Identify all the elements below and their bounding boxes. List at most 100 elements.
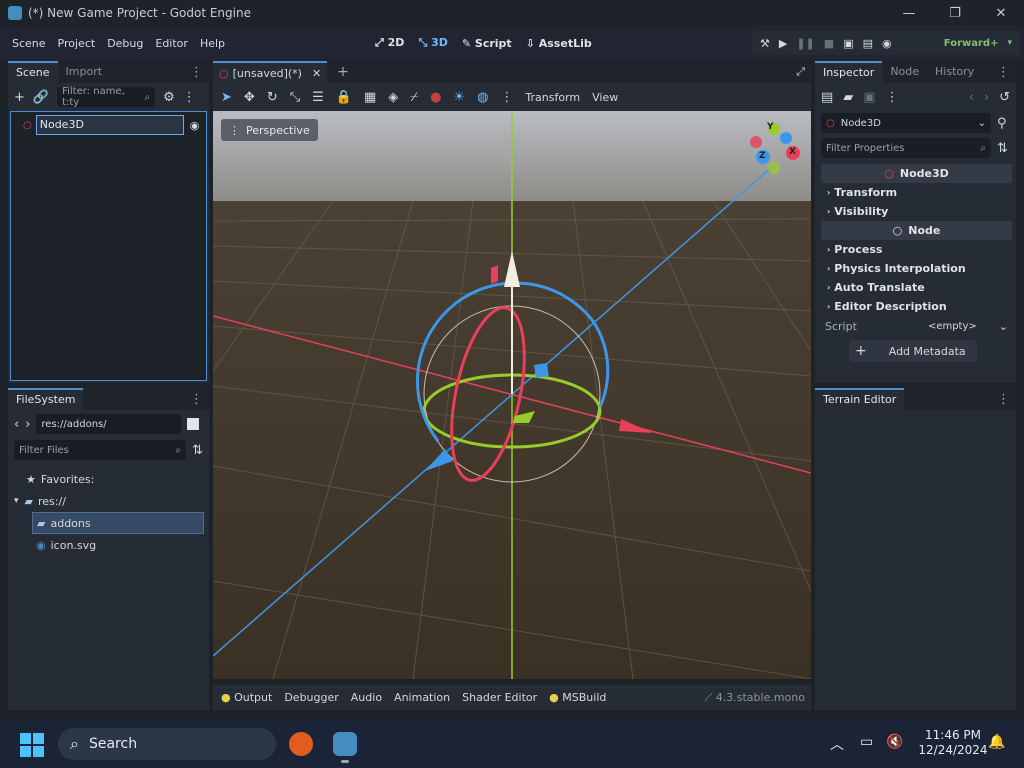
- camera-override-icon[interactable]: ●: [430, 91, 441, 104]
- toggle-split-icon[interactable]: [187, 418, 200, 430]
- menu-project[interactable]: Project: [52, 37, 102, 50]
- main-screen-script[interactable]: ✎ Script: [462, 37, 512, 50]
- bottom-tab-audio[interactable]: Audio: [351, 691, 382, 704]
- link-icon[interactable]: 🔗: [33, 91, 49, 104]
- main-screen-assetlib[interactable]: ⇩ AssetLib: [526, 37, 592, 50]
- godot-taskbar-icon[interactable]: [333, 732, 357, 756]
- firefox-icon[interactable]: [289, 732, 313, 756]
- kebab-icon[interactable]: ⋮: [190, 392, 203, 407]
- kebab-icon[interactable]: ⋮: [997, 392, 1010, 407]
- bottom-tab-debugger[interactable]: Debugger: [284, 691, 338, 704]
- tab-inspector[interactable]: Inspector: [815, 61, 883, 83]
- xy-plane-handle[interactable]: [534, 363, 549, 378]
- path-field[interactable]: res://addons/: [36, 414, 182, 434]
- network-icon[interactable]: ▭: [860, 734, 873, 750]
- scene-script-icon[interactable]: ⚙: [163, 91, 175, 104]
- kebab-icon[interactable]: ⋮: [997, 65, 1010, 80]
- tab-history[interactable]: History: [927, 61, 982, 83]
- renderer-select[interactable]: Forward+: [944, 38, 999, 49]
- filter-properties-input[interactable]: Filter Properties ⌕: [821, 138, 991, 158]
- more-icon[interactable]: ⋮: [500, 91, 513, 104]
- section-process[interactable]: › Process: [821, 240, 1012, 259]
- view-menu[interactable]: View: [592, 91, 618, 104]
- more-icon[interactable]: ⋮: [183, 91, 196, 104]
- kebab-icon[interactable]: ⋮: [190, 65, 203, 80]
- object-docs-icon[interactable]: ⚲: [997, 117, 1007, 130]
- script-value[interactable]: <empty>: [928, 321, 977, 332]
- tab-node[interactable]: Node: [882, 61, 927, 83]
- menu-editor[interactable]: Editor: [149, 37, 194, 50]
- scene-tab-unsaved[interactable]: ○ [unsaved](*) ✕: [213, 61, 328, 83]
- tree-node-root[interactable]: ○ Node3D ◉: [23, 114, 204, 136]
- play-scene-icon[interactable]: ▣: [843, 37, 853, 50]
- distraction-free-icon[interactable]: ⤢: [796, 65, 805, 79]
- list-select-icon[interactable]: ☰: [312, 91, 324, 104]
- bottom-tab-output[interactable]: ● Output: [221, 691, 272, 704]
- back-icon[interactable]: ‹: [969, 91, 974, 104]
- section-visibility[interactable]: › Visibility: [821, 202, 1012, 221]
- scene-filter-input[interactable]: Filter: name, t:ty ⌕: [57, 86, 156, 108]
- group-icon[interactable]: ▦: [364, 91, 376, 104]
- tab-terrain-editor[interactable]: Terrain Editor: [815, 388, 905, 410]
- forward-icon[interactable]: ›: [25, 418, 30, 431]
- main-screen-2d[interactable]: ⤢ 2D: [375, 36, 404, 50]
- visibility-eye-icon[interactable]: ◉: [190, 119, 200, 132]
- sun-toggle-icon[interactable]: ☀: [453, 91, 465, 104]
- clock[interactable]: 11:46 PM 12/24/2024: [916, 728, 990, 758]
- menu-debug[interactable]: Debug: [101, 37, 149, 50]
- menu-help[interactable]: Help: [194, 37, 231, 50]
- windows-start-icon[interactable]: [20, 733, 44, 757]
- minimize-button[interactable]: —: [886, 0, 932, 26]
- section-editor-description[interactable]: › Editor Description: [821, 297, 1012, 316]
- res-root-row[interactable]: ▾ ▰ res://: [8, 490, 209, 512]
- add-tab-icon[interactable]: +: [337, 64, 349, 80]
- section-transform[interactable]: › Transform: [821, 183, 1012, 202]
- show-hidden-icons-chevron-icon[interactable]: ︿: [830, 734, 844, 754]
- 3d-viewport[interactable]: Y X Z ⋮ Perspective: [213, 111, 811, 679]
- add-metadata-button[interactable]: + Add Metadata: [849, 340, 977, 362]
- main-screen-3d[interactable]: ⤡ 3D: [418, 36, 447, 50]
- bottom-tab-animation[interactable]: Animation: [394, 691, 450, 704]
- select-tool-icon[interactable]: ➤: [221, 91, 232, 104]
- pause-icon[interactable]: ❚❚: [796, 37, 814, 50]
- save-icon[interactable]: ▣: [863, 91, 875, 104]
- environment-toggle-icon[interactable]: ◍: [477, 91, 488, 104]
- close-button[interactable]: ✕: [978, 0, 1024, 26]
- local-space-icon[interactable]: ◈: [388, 91, 398, 104]
- perspective-menu[interactable]: ⋮ Perspective: [221, 119, 318, 141]
- add-node-icon[interactable]: +: [14, 91, 25, 104]
- sort-icon[interactable]: ⇅: [192, 444, 203, 457]
- maximize-button[interactable]: ❐: [932, 0, 978, 26]
- forward-icon[interactable]: ›: [984, 91, 989, 104]
- movie-icon[interactable]: ◉: [882, 37, 892, 50]
- history-icon[interactable]: ↺: [999, 91, 1010, 104]
- yz-plane-handle[interactable]: [491, 265, 498, 284]
- folder-addons-row[interactable]: ▰ addons: [32, 512, 204, 534]
- chevron-down-icon[interactable]: ⌄: [999, 320, 1008, 333]
- snap-icon[interactable]: ⌿: [410, 91, 418, 104]
- node-rename-field[interactable]: Node3D: [35, 115, 184, 135]
- move-tool-icon[interactable]: ✥: [244, 91, 255, 104]
- more-icon[interactable]: ⋮: [886, 91, 899, 104]
- favorites-row[interactable]: ★ Favorites:: [8, 468, 209, 490]
- scale-tool-icon[interactable]: ⤡: [290, 91, 300, 104]
- back-icon[interactable]: ‹: [14, 418, 19, 431]
- bottom-tab-msbuild[interactable]: ● MSBuild: [549, 691, 606, 704]
- bottom-tab-shader-editor[interactable]: Shader Editor: [462, 691, 537, 704]
- lock-icon[interactable]: 🔒: [336, 91, 352, 104]
- menu-scene[interactable]: Scene: [6, 37, 52, 50]
- new-resource-icon[interactable]: ▤: [821, 91, 833, 104]
- section-physics-interpolation[interactable]: › Physics Interpolation: [821, 259, 1012, 278]
- taskbar-search[interactable]: ⌕ Search: [58, 728, 276, 760]
- volume-muted-icon[interactable]: 🔇: [886, 734, 903, 750]
- filter-files-input[interactable]: Filter Files ⌕: [14, 440, 186, 460]
- inspected-object-select[interactable]: ○ Node3D ⌄: [821, 113, 991, 133]
- tab-import[interactable]: Import: [58, 61, 111, 83]
- tab-filesystem[interactable]: FileSystem: [8, 388, 84, 410]
- stop-icon[interactable]: ■: [824, 37, 834, 50]
- section-auto-translate[interactable]: › Auto Translate: [821, 278, 1012, 297]
- file-icon-svg-row[interactable]: ◉ icon.svg: [8, 534, 209, 556]
- rotate-tool-icon[interactable]: ↻: [267, 91, 278, 104]
- open-folder-icon[interactable]: ▰: [843, 91, 853, 104]
- close-tab-icon[interactable]: ✕: [312, 67, 321, 80]
